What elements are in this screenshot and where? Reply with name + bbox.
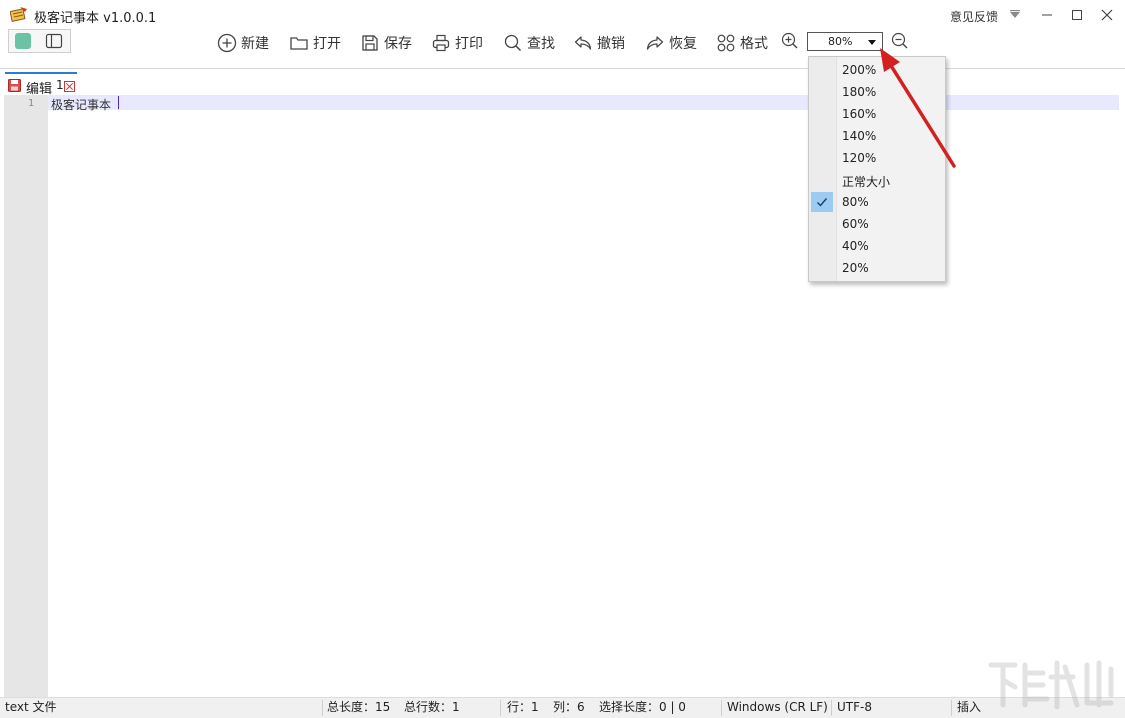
zoom-option-40[interactable]: 40% [809, 235, 945, 257]
minimize-icon[interactable] [1036, 5, 1058, 25]
floppy-disk-icon [362, 35, 378, 51]
print-button[interactable]: 打印 [431, 31, 483, 55]
format-label: 格式 [740, 36, 768, 52]
selected-indicator [811, 192, 833, 212]
undo-label: 撤销 [597, 36, 625, 52]
undo-icon [574, 36, 592, 50]
new-label: 新建 [241, 36, 269, 52]
status-file-type: text 文件 [5, 700, 57, 714]
find-label: 查找 [527, 36, 555, 52]
status-divider [951, 700, 952, 716]
checkmark-icon [817, 198, 828, 207]
status-divider [721, 700, 722, 716]
status-selection: 选择长度：0 | 0 [599, 700, 686, 714]
zoom-option-label: 40% [842, 239, 869, 253]
status-divider [322, 700, 323, 716]
find-button[interactable]: 查找 [503, 31, 555, 55]
zoom-value: 80% [828, 35, 853, 48]
window-title: 极客记事本 v1.0.0.1 [34, 11, 157, 26]
theme-switcher [8, 29, 71, 53]
printer-icon [432, 34, 450, 52]
save-button[interactable]: 保存 [360, 31, 412, 55]
zoom-option-60[interactable]: 60% [809, 213, 945, 235]
annotation-arrow [880, 48, 956, 168]
redo-icon [646, 36, 664, 50]
editor-line-text[interactable]: 极客记事本 [51, 96, 111, 113]
status-row: 行：1 [507, 700, 539, 714]
line-number: 1 [28, 98, 35, 109]
open-button[interactable]: 打开 [289, 31, 341, 55]
plus-circle-icon [217, 33, 237, 53]
maximize-icon[interactable] [1066, 5, 1088, 25]
zoom-option-label: 60% [842, 217, 869, 231]
search-icon [504, 34, 522, 52]
line-number-gutter: 1 [4, 95, 48, 697]
editor-area[interactable]: 1 极客记事本 [0, 95, 1125, 697]
close-icon[interactable] [1096, 5, 1118, 25]
grid-circles-icon [717, 34, 735, 52]
status-line-ending: Windows (CR LF) [727, 700, 828, 714]
status-encoding: UTF-8 [837, 700, 872, 714]
redo-label: 恢复 [669, 36, 697, 52]
tab-number: 1 [56, 78, 64, 92]
zoom-option-label: 80% [842, 195, 869, 209]
status-col: 列：6 [553, 700, 585, 714]
status-divider [831, 700, 832, 716]
status-divider [500, 700, 501, 716]
format-button[interactable]: 格式 [716, 31, 768, 55]
sidebar-toggle-icon[interactable] [45, 33, 63, 49]
status-total-lines: 总行数：1 [404, 700, 460, 714]
tab-close-icon[interactable] [64, 81, 75, 92]
open-label: 打开 [313, 36, 341, 52]
status-total-length: 总长度：15 [327, 700, 391, 714]
menu-dropdown-icon[interactable] [1004, 5, 1026, 25]
save-label: 保存 [384, 36, 412, 52]
zoom-in-icon[interactable] [780, 31, 800, 51]
print-label: 打印 [455, 36, 483, 52]
title-bar: 极客记事本 v1.0.0.1 意见反馈 [0, 0, 1125, 30]
app-logo-icon [10, 7, 27, 22]
status-bar: text 文件 总长度：15 总行数：1 行：1 列：6 选择长度：0 | 0 … [0, 697, 1125, 718]
text-cursor [118, 96, 119, 109]
redo-button[interactable]: 恢复 [645, 31, 697, 55]
watermark-logo [988, 660, 1114, 710]
unsaved-file-icon [8, 79, 21, 92]
green-theme-button[interactable] [15, 33, 31, 49]
new-button[interactable]: 新建 [217, 31, 269, 55]
zoom-option-20[interactable]: 20% [809, 257, 945, 279]
zoom-option-80[interactable]: 80% [809, 191, 945, 213]
undo-button[interactable]: 撤销 [573, 31, 625, 55]
zoom-option-label: 20% [842, 261, 869, 275]
feedback-link[interactable]: 意见反馈 [950, 8, 998, 25]
folder-icon [290, 37, 308, 50]
tab-edit-1[interactable]: 编辑 1 [5, 72, 77, 97]
status-insert-mode: 插入 [957, 700, 982, 714]
